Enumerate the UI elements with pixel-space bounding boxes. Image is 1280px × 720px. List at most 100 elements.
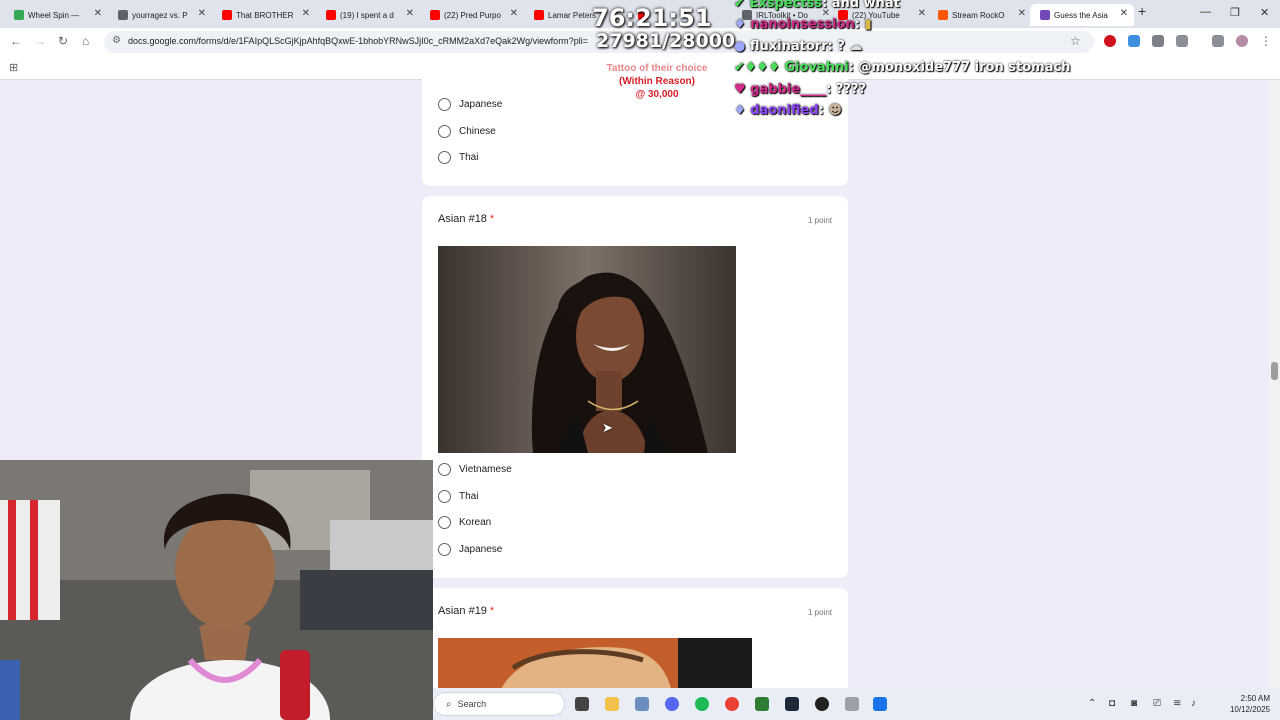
close-icon[interactable]: ✕ <box>94 8 102 19</box>
radio-button[interactable] <box>438 124 451 138</box>
chat-username: Giovahni <box>784 60 849 75</box>
extension-icon[interactable] <box>1128 35 1140 47</box>
chat-message: ♦ nanoinsession: ▮ <box>734 17 872 32</box>
question-card-18: Asian #18 * 1 point ➤ Vietnamese Thai Ko… <box>422 196 848 578</box>
radio-button[interactable] <box>438 489 451 503</box>
tab-label: (22) Pred Purpo <box>444 10 501 20</box>
steam-icon[interactable] <box>785 697 799 711</box>
portrait-photo <box>438 246 736 453</box>
tab-label: (19) I spent a d <box>340 10 394 20</box>
radio-option[interactable]: Vietnamese <box>438 462 512 476</box>
extension-icon[interactable] <box>1152 35 1164 47</box>
radio-button[interactable] <box>438 542 451 556</box>
radio-option[interactable]: Japanese <box>438 97 502 111</box>
tab-label: Guess the Asia <box>1054 10 1108 20</box>
clock-time: 2:50 AM <box>1240 694 1270 703</box>
browser-tab[interactable]: Stream RockO ✕ <box>928 4 1032 26</box>
chat-badge-icon: ✔ <box>734 0 745 11</box>
reload-icon[interactable]: ↻ <box>58 34 68 48</box>
option-label: Korean <box>459 516 492 528</box>
site-info-icon[interactable]: ⚙ <box>112 35 121 46</box>
option-label: Vietnamese <box>459 463 512 475</box>
close-icon[interactable]: ✕ <box>198 8 206 19</box>
question-title-text: Asian #18 <box>438 213 487 225</box>
goal-reward: Tattoo of their choice (Within Reason) @… <box>592 62 722 101</box>
browser-tab[interactable]: That BROTHER ✕ <box>212 4 316 26</box>
radio-option[interactable]: Korean <box>438 515 491 529</box>
more-menu-icon[interactable]: ⋮ <box>1260 34 1272 48</box>
radio-button[interactable] <box>438 462 451 476</box>
app-icon[interactable] <box>755 697 769 711</box>
url-text: docs.google.com/forms/d/e/1FAIpQLScGjKjp… <box>128 36 588 46</box>
page-scrollbar[interactable] <box>1269 80 1280 688</box>
system-clock[interactable]: 2:50 AM 10/12/2025 <box>1230 693 1270 715</box>
minimize-icon[interactable]: — <box>1200 6 1211 18</box>
file-explorer-icon[interactable] <box>605 697 619 711</box>
discord-icon[interactable] <box>665 697 679 711</box>
close-icon[interactable]: ✕ <box>918 8 926 19</box>
bookmark-star-icon[interactable]: ☆ <box>1070 34 1081 48</box>
chat-message: ✔♦♦♦ Giovahni: @monoxide777 iron stomach <box>734 60 1070 75</box>
chat-username: gabbie____ <box>750 82 827 97</box>
volume-icon[interactable]: ♪ <box>1191 698 1196 709</box>
back-icon[interactable]: ← <box>10 34 22 48</box>
maximize-icon[interactable]: ❐ <box>1230 6 1240 19</box>
apps-grid-icon[interactable]: ⊞ <box>9 61 18 74</box>
microphone-icon[interactable]: ⎚ <box>1153 698 1161 709</box>
close-icon[interactable]: ✕ <box>1120 8 1128 19</box>
browser-tab[interactable]: yourragez vs. P ✕ <box>108 4 212 26</box>
radio-button[interactable] <box>438 97 451 111</box>
app-icon[interactable] <box>815 697 829 711</box>
sub-goal-counter: 27981/28000 <box>596 30 736 52</box>
chat-text: : <box>818 103 824 118</box>
radio-option[interactable]: Thai <box>438 150 478 164</box>
close-window-icon[interactable]: ✕ <box>1260 6 1269 19</box>
required-asterisk: * <box>490 605 495 617</box>
wifi-icon[interactable]: ≋ <box>1173 698 1181 709</box>
emote-icon: ☻ <box>828 103 842 118</box>
tray-app-icon[interactable]: ◘ <box>1109 698 1115 709</box>
new-tab-button[interactable]: + <box>1138 3 1146 19</box>
radio-button[interactable] <box>438 150 451 164</box>
close-icon[interactable]: ✕ <box>302 8 310 19</box>
tray-app-icon[interactable]: ◙ <box>1131 698 1137 709</box>
question-card-19: Asian #19 * 1 point <box>422 588 848 698</box>
goal-line: Tattoo of their choice <box>606 63 708 74</box>
chat-badge-icon: ♦ <box>734 103 746 118</box>
forward-icon[interactable]: → <box>34 34 46 48</box>
browser-tab-active[interactable]: Guess the Asia ✕ <box>1030 4 1134 26</box>
tray-chevron-icon[interactable]: ⌃ <box>1088 698 1096 709</box>
settings-icon[interactable] <box>635 697 649 711</box>
chrome-icon[interactable] <box>725 697 739 711</box>
sidebar-icon[interactable] <box>1212 35 1224 47</box>
home-icon[interactable]: ⌂ <box>82 34 89 48</box>
task-view-icon[interactable] <box>575 697 589 711</box>
close-icon[interactable]: ✕ <box>1018 8 1026 19</box>
chat-message: ✔ Exspectss: and what <box>734 0 900 11</box>
radio-option[interactable]: Thai <box>438 489 478 503</box>
radio-option[interactable]: Japanese <box>438 542 502 556</box>
option-label: Japanese <box>459 543 503 555</box>
browser-tab[interactable]: Wheel Spin — ✕ <box>4 4 108 26</box>
scrollbar-thumb[interactable] <box>1271 362 1278 380</box>
extensions-puzzle-icon[interactable] <box>1176 35 1188 47</box>
chat-badge-icon: ● <box>734 39 746 54</box>
chat-username: fluxinatorr <box>749 39 828 54</box>
question-title: Asian #19 * <box>438 605 494 617</box>
radio-button[interactable] <box>438 515 451 529</box>
radio-option[interactable]: Chinese <box>438 124 496 138</box>
app-icon[interactable] <box>845 697 859 711</box>
profile-avatar[interactable] <box>1236 35 1248 47</box>
option-label: Chinese <box>459 125 496 137</box>
clock-date: 10/12/2025 <box>1229 705 1270 714</box>
extension-icon[interactable] <box>1104 35 1116 47</box>
spotify-icon[interactable] <box>695 697 709 711</box>
app-icon[interactable] <box>873 697 887 711</box>
browser-tab[interactable]: (22) Pred Purpo ✕ <box>420 4 524 26</box>
browser-tab[interactable]: (19) I spent a d ✕ <box>316 4 420 26</box>
close-icon[interactable]: ✕ <box>406 8 414 19</box>
taskbar-search[interactable]: ⌕ Search <box>433 692 565 716</box>
youtube-icon <box>326 10 336 20</box>
mouse-cursor-icon: ➤ <box>602 420 613 435</box>
close-icon[interactable]: ✕ <box>510 8 518 19</box>
